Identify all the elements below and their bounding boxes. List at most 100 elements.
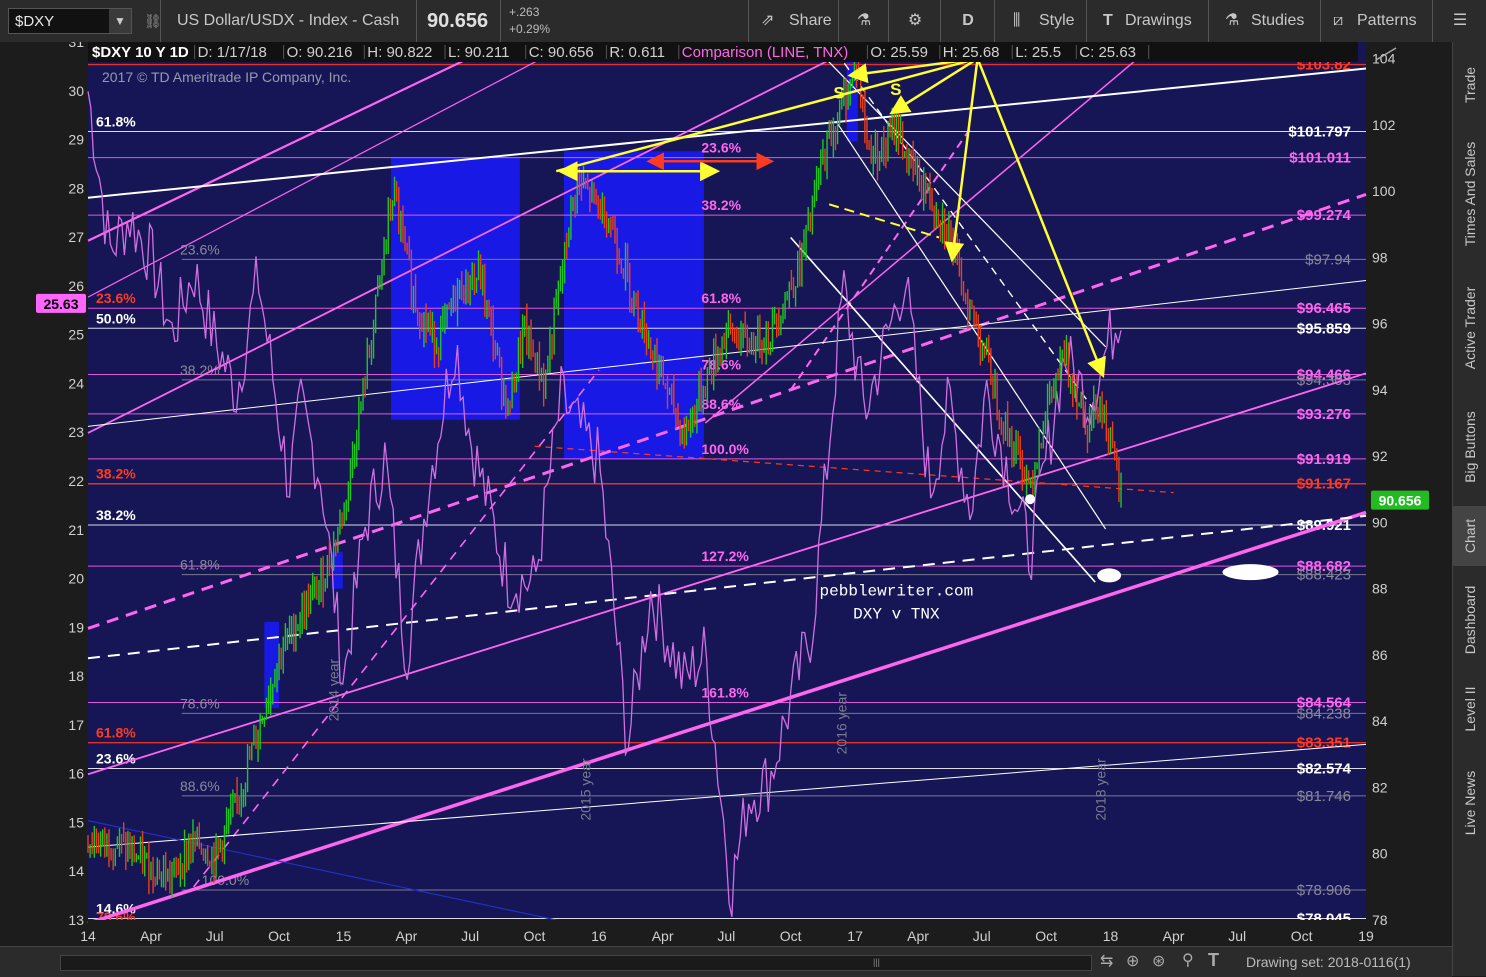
chart-annotation: S <box>890 80 901 99</box>
chart-annotation: pebblewriter.com <box>820 582 974 600</box>
chart-area[interactable]: $103.82 $101.797 $101.011 $99.274 $97.94 $96.… <box>0 0 1452 976</box>
tab-label: Chart <box>1462 518 1478 554</box>
fib-label: 100.0% <box>701 441 749 457</box>
header-c-low: L: 25.5 <box>1015 44 1061 61</box>
tab-active-trader[interactable]: Active Trader <box>1453 268 1486 388</box>
right-axis-tick: 92 <box>1372 448 1388 464</box>
fib-label: 61.8% <box>701 290 741 306</box>
fib-label: 78.6% <box>180 695 220 711</box>
tab-trade[interactable]: Trade <box>1453 50 1486 120</box>
tab-live-news[interactable]: Live News <box>1453 748 1486 858</box>
header-low: L: 90.211 <box>448 44 509 61</box>
chart-svg[interactable]: $103.82$101.797$101.011$99.274$97.94$96.… <box>0 0 1452 946</box>
right-axis-tick: 98 <box>1372 249 1388 265</box>
right-axis-tick: 102 <box>1372 117 1396 133</box>
chart-annotation: S <box>833 83 844 102</box>
pan-icon[interactable]: ⇆ <box>1100 951 1113 971</box>
scroll-grip-icon: ||| <box>873 957 881 967</box>
left-axis-tick: 15 <box>68 814 84 830</box>
header-comparison: Comparison (LINE, TNX) <box>682 44 848 61</box>
period-button[interactable]: D <box>940 0 995 42</box>
left-axis-tick: 30 <box>68 83 84 99</box>
x-axis-tick: Oct <box>1035 928 1057 944</box>
last-price-badge-label: 90.656 <box>1379 493 1422 509</box>
price-level-label: $84.238 <box>1297 705 1351 722</box>
left-axis-tick: 19 <box>68 619 84 635</box>
tab-label: Big Buttons <box>1462 411 1478 483</box>
fib-label: 23.6% <box>701 140 741 156</box>
percent-change: +0.29% <box>509 22 551 36</box>
left-axis-tick: 17 <box>68 717 84 733</box>
price-level-label: $81.746 <box>1297 788 1351 805</box>
year-marker: 2015 year <box>578 758 594 821</box>
x-axis-tick: Jul <box>973 928 991 944</box>
horizontal-scrollbar[interactable]: ||| <box>60 955 1092 971</box>
price-level-label: $96.465 <box>1297 300 1351 317</box>
drawing-set-label[interactable]: Drawing set: 2018-0116(1) <box>1246 954 1411 970</box>
text-drawing-icon[interactable]: T <box>1208 950 1219 971</box>
magnifier-icon[interactable]: ⚲ <box>1182 950 1194 970</box>
tab-times-and-sales[interactable]: Times And Sales <box>1453 124 1486 264</box>
fib-label: 88.6% <box>180 778 220 794</box>
right-sidebar: Trade Times And Sales Active Trader Big But… <box>1452 42 1486 976</box>
instrument-description: US Dollar/USDX - Index - Cash <box>160 0 399 42</box>
studies-button[interactable]: ⚗ Studies <box>1208 0 1321 42</box>
x-axis-tick: Apr <box>907 928 929 944</box>
flask-icon[interactable]: ⚗ <box>838 0 889 42</box>
right-axis-tick: 86 <box>1372 647 1388 663</box>
share-button[interactable]: ⇗ Share <box>748 0 839 42</box>
left-axis-tick: 25 <box>68 327 84 343</box>
x-axis-tick: Jul <box>717 928 735 944</box>
price-level-label: $88.423 <box>1297 567 1351 584</box>
left-axis-tick: 21 <box>68 522 84 538</box>
tab-chart[interactable]: Chart <box>1453 506 1486 566</box>
zoom-icon[interactable]: ⊛ <box>1152 951 1165 971</box>
target-ellipse <box>1097 568 1122 583</box>
right-axis-tick: 96 <box>1372 316 1388 332</box>
left-axis-tick: 26 <box>68 278 84 294</box>
tab-level-ii[interactable]: Level II <box>1453 674 1486 744</box>
x-axis-tick: 17 <box>847 928 863 944</box>
symbol-value: $DXY <box>15 13 55 30</box>
tab-big-buttons[interactable]: Big Buttons <box>1453 392 1486 502</box>
tab-label: Active Trader <box>1462 286 1478 370</box>
fib-label: 23.6% <box>96 290 136 306</box>
fib-label: 23.6% <box>180 241 220 257</box>
symbol-input[interactable]: $DXY ▼ <box>8 8 132 34</box>
left-axis-tick: 22 <box>68 473 84 489</box>
left-axis-tick: 31 <box>68 42 84 50</box>
right-axis-tick: 94 <box>1372 382 1388 398</box>
style-label: Style <box>1039 12 1075 29</box>
left-axis-tick: 16 <box>68 766 84 782</box>
price-level-label: $101.011 <box>1289 150 1351 167</box>
plot-background <box>88 42 1366 920</box>
left-axis-tick: 20 <box>68 571 84 587</box>
candles-icon: ⫼ <box>1013 12 1021 29</box>
net-change: +.263 <box>509 5 540 19</box>
x-axis-tick: Apr <box>396 928 418 944</box>
fib-label: 127.2% <box>701 548 749 564</box>
header-title: $DXY 10 Y 1D <box>92 44 189 61</box>
target-ellipse <box>1222 564 1279 581</box>
left-axis-tick: 27 <box>68 229 84 245</box>
gear-icon[interactable]: ⚙ <box>888 0 941 42</box>
tnx-badge-label: 25.63 <box>43 296 78 312</box>
crosshair-icon[interactable]: ⊕ <box>1126 951 1139 971</box>
studies-label: Studies <box>1251 12 1305 29</box>
patterns-button[interactable]: ⧄ Patterns <box>1320 0 1433 42</box>
text-tool-icon: T <box>1103 12 1113 29</box>
tab-label: Level II <box>1462 686 1478 732</box>
change-box: +.263 +0.29% <box>500 0 561 42</box>
style-button[interactable]: ⫼ Style <box>994 0 1087 42</box>
tab-label: Times And Sales <box>1462 141 1478 247</box>
year-marker: 2016 year <box>834 692 850 755</box>
tab-dashboard[interactable]: Dashboard <box>1453 570 1486 670</box>
chevron-down-icon[interactable]: ▼ <box>109 9 131 33</box>
drawings-button[interactable]: T Drawings <box>1086 0 1209 42</box>
header-open: O: 90.216 <box>287 44 353 61</box>
header-c-close: C: 25.63 <box>1079 44 1136 61</box>
year-marker: 2014 year <box>326 659 342 722</box>
menu-icon[interactable]: ☰ <box>1432 0 1486 42</box>
price-level-label: $93.276 <box>1297 406 1351 423</box>
price-level-label: $78.906 <box>1297 882 1351 899</box>
